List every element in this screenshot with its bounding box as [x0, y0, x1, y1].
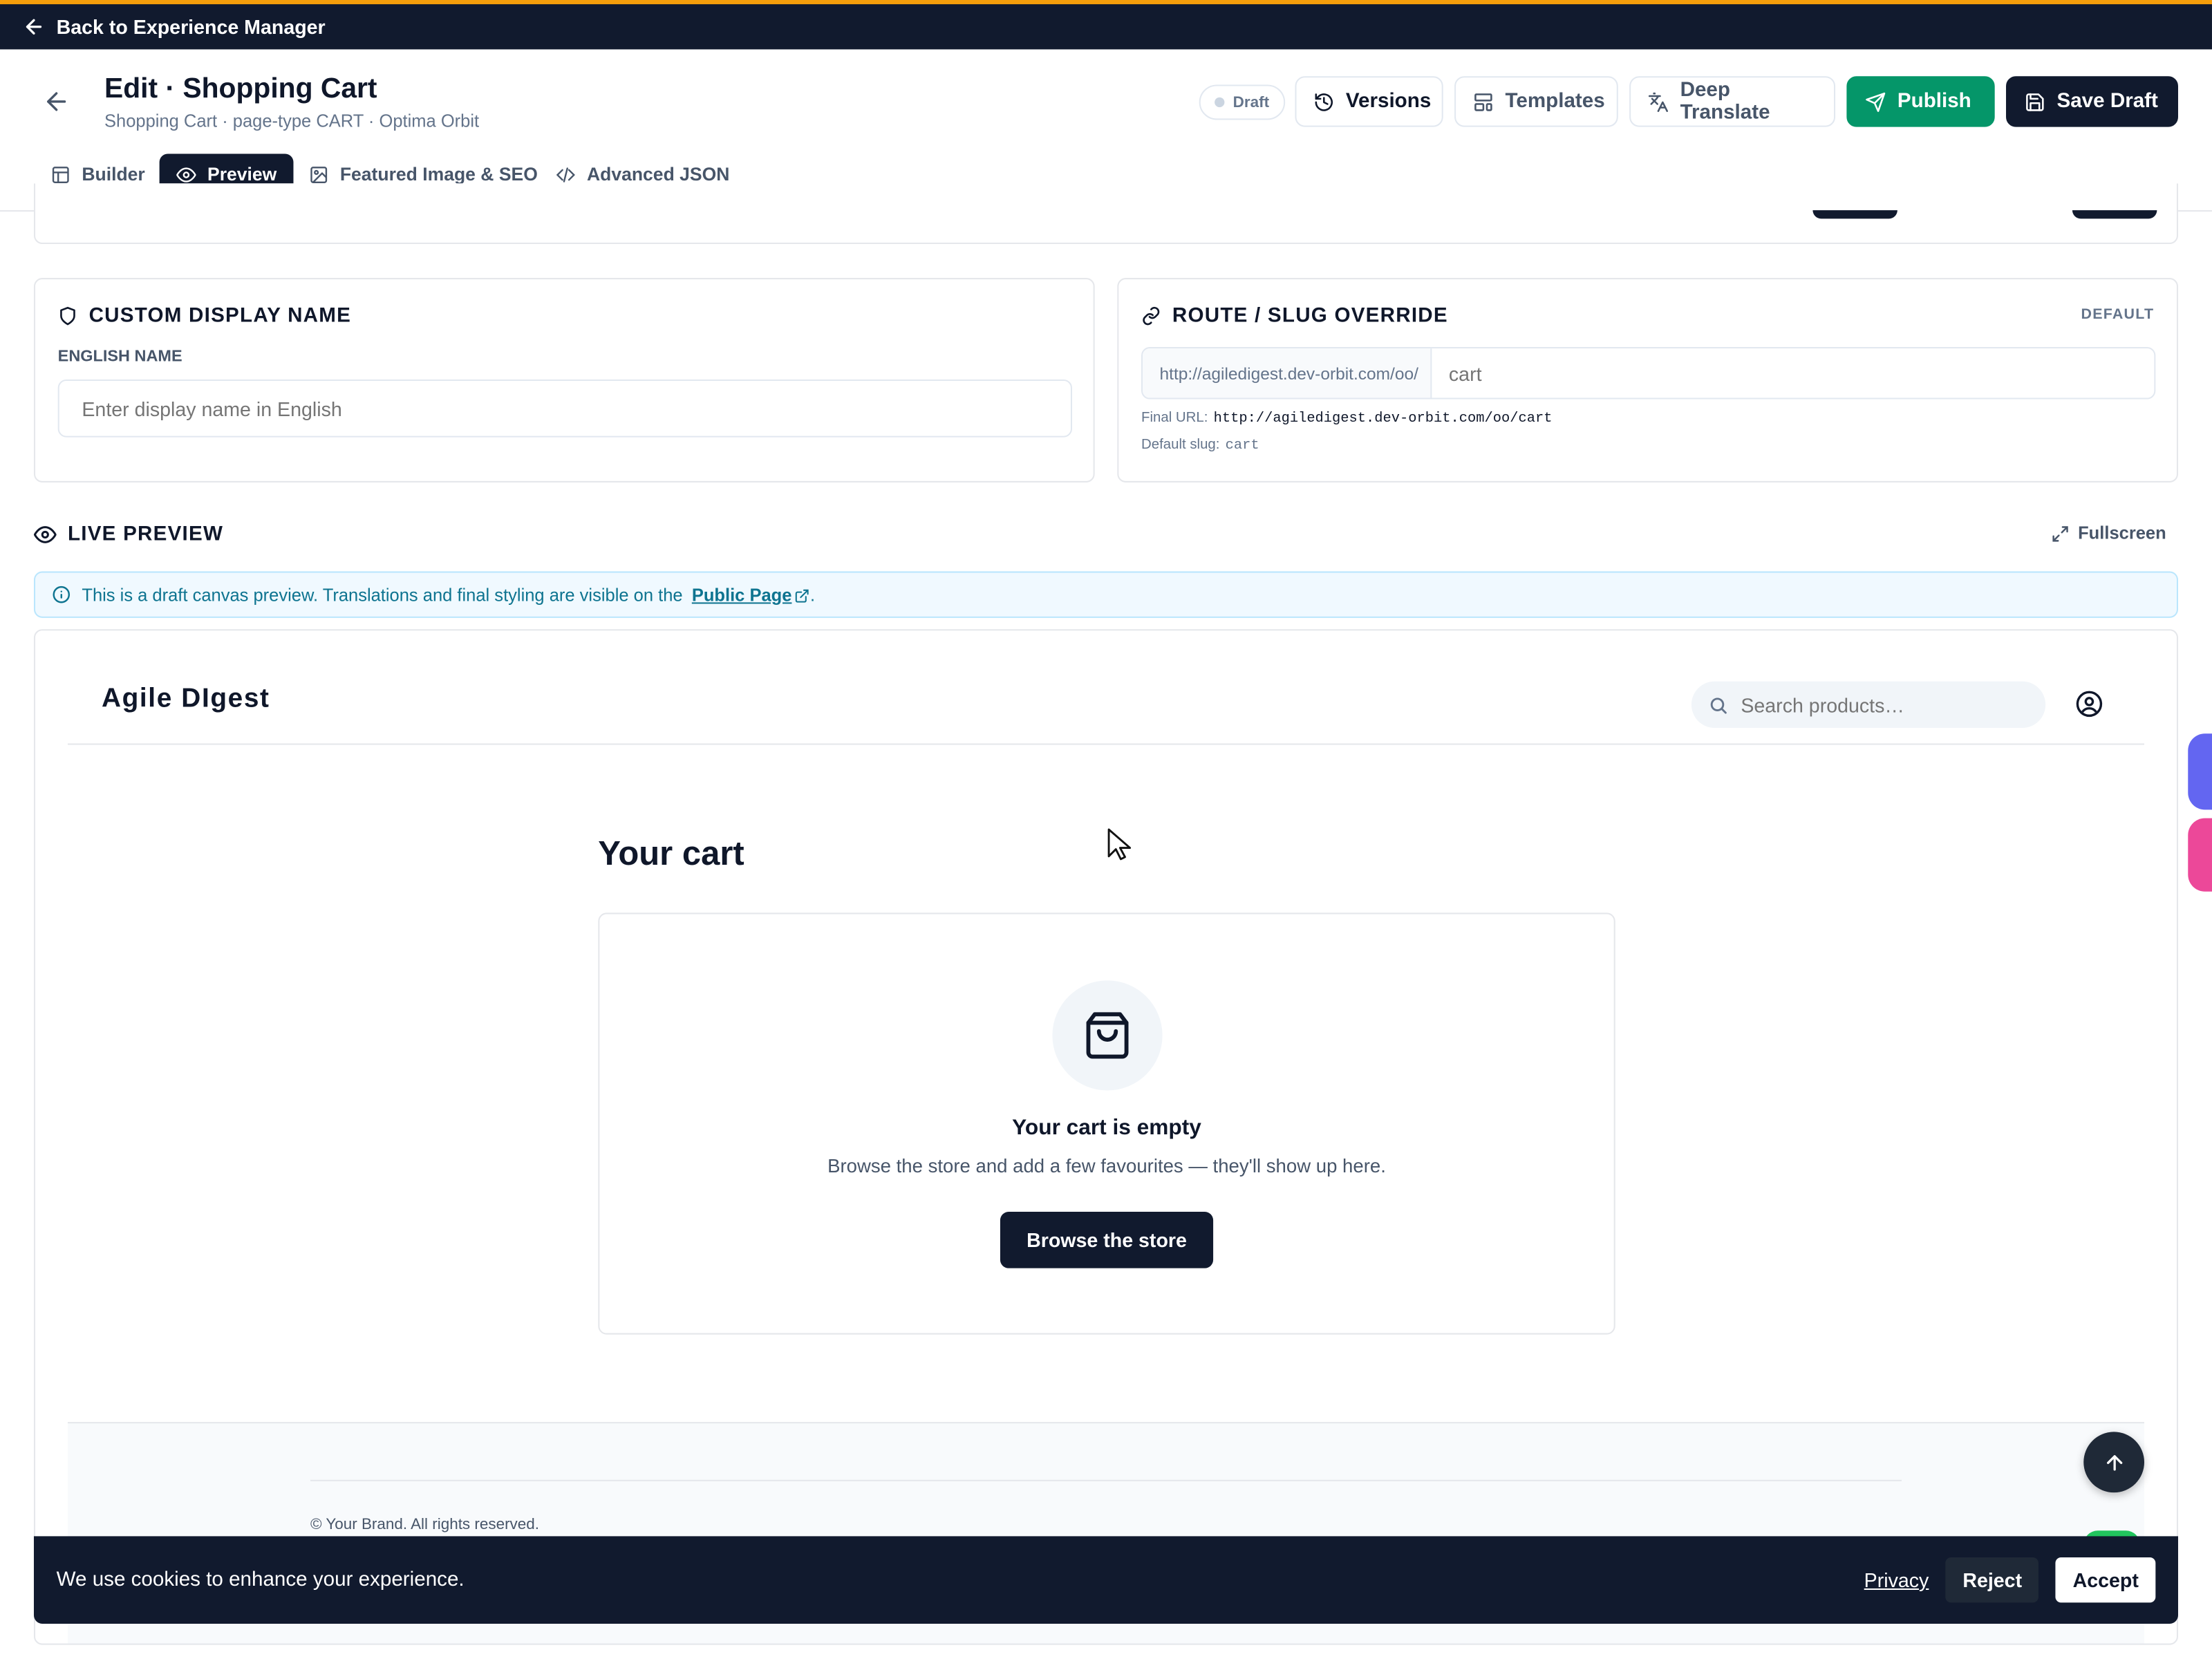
tab-featured-label: Featured Image & SEO	[339, 163, 538, 185]
user-account-icon[interactable]	[2075, 690, 2103, 718]
browse-store-button[interactable]: Browse the store	[1000, 1212, 1214, 1268]
store-header-divider	[67, 743, 2145, 745]
search-icon	[1708, 695, 1728, 715]
custom-display-name-title: CUSTOM DISPLAY NAME	[58, 304, 352, 328]
route-slug-title: ROUTE / SLUG OVERRIDE	[1141, 304, 1448, 328]
link-icon	[1141, 306, 1161, 326]
scrolled-toggle	[2072, 210, 2157, 219]
external-link-icon	[795, 588, 810, 603]
cookie-message: We use cookies to enhance your experienc…	[56, 1568, 465, 1592]
send-icon	[1865, 91, 1886, 113]
templates-button[interactable]: Templates	[1454, 76, 1618, 127]
translate-icon	[1648, 91, 1669, 113]
store-search-input[interactable]	[1741, 693, 2023, 716]
layout-icon	[50, 165, 71, 185]
info-text-end: .	[809, 584, 816, 605]
status-dot	[1215, 97, 1225, 108]
arrow-left-icon	[42, 88, 71, 116]
shopping-bag-icon	[1052, 980, 1163, 1091]
empty-cart-card: Your cart is empty Browse the store and …	[598, 912, 1615, 1335]
default-slug-value: cart	[1225, 438, 1259, 455]
deep-translate-button[interactable]: Deep Translate	[1629, 76, 1836, 127]
code-icon	[556, 165, 576, 185]
layout-template-icon	[1473, 91, 1494, 113]
footer-copyright: © Your Brand. All rights reserved.	[310, 1516, 540, 1534]
shield-icon	[58, 306, 78, 326]
status-badge: Draft	[1199, 84, 1285, 120]
slug-input-group: http://agiledigest.dev-orbit.com/oo/	[1141, 347, 2156, 400]
scroll-to-top-button[interactable]	[2083, 1432, 2145, 1493]
arrow-up-icon	[2103, 1451, 2126, 1474]
back-link-label: Back to Experience Manager	[56, 15, 326, 39]
final-url-row: Final URL: http://agiledigest.dev-orbit.…	[1141, 411, 1552, 427]
floating-widget-tab[interactable]	[2188, 818, 2212, 892]
default-badge: DEFAULT	[2081, 306, 2155, 324]
footer-divider	[310, 1479, 1902, 1481]
versions-label: Versions	[1345, 90, 1432, 113]
page-subtitle: Shopping Cart · page-type CART · Optima …	[104, 111, 480, 131]
final-url-value: http://agiledigest.dev-orbit.com/oo/cart	[1213, 411, 1553, 428]
reject-button[interactable]: Reject	[1945, 1557, 2039, 1603]
default-slug-row: Default slug: cart	[1141, 438, 1259, 454]
history-icon	[1313, 91, 1335, 113]
status-badge-label: Draft	[1232, 93, 1270, 111]
mouse-cursor-icon	[1107, 828, 1133, 862]
route-slug-heading: ROUTE / SLUG OVERRIDE	[1172, 304, 1448, 328]
scrolled-card	[33, 183, 2178, 245]
custom-display-name-heading: CUSTOM DISPLAY NAME	[88, 304, 352, 328]
store-search[interactable]	[1691, 681, 2046, 729]
custom-display-name-card: CUSTOM DISPLAY NAME ENGLISH NAME	[33, 278, 1095, 482]
eye-icon	[33, 523, 57, 546]
versions-button[interactable]: Versions	[1295, 76, 1443, 127]
empty-cart-text: Browse the store and add a few favourite…	[827, 1155, 1386, 1177]
public-page-link[interactable]: Public Page	[692, 585, 792, 605]
route-slug-card: ROUTE / SLUG OVERRIDE DEFAULT http://agi…	[1117, 278, 2178, 482]
store-brand: Agile DIgest	[101, 684, 270, 714]
save-draft-button[interactable]: Save Draft	[2006, 76, 2178, 127]
image-icon	[309, 165, 329, 185]
tab-builder-label: Builder	[82, 163, 145, 185]
english-name-label: ENGLISH NAME	[57, 348, 182, 366]
english-name-input[interactable]	[57, 379, 1073, 438]
eye-icon	[176, 165, 196, 185]
default-slug-label: Default slug:	[1141, 437, 1220, 453]
publish-button[interactable]: Publish	[1846, 76, 1995, 127]
save-draft-label: Save Draft	[2056, 90, 2158, 113]
save-icon	[2025, 91, 2046, 113]
accept-button[interactable]: Accept	[2056, 1557, 2156, 1603]
draft-info-banner: This is a draft canvas preview. Translat…	[33, 571, 2178, 618]
slug-prefix: http://agiledigest.dev-orbit.com/oo/	[1143, 348, 1432, 398]
empty-cart-title: Your cart is empty	[1012, 1116, 1201, 1140]
tab-advanced-label: Advanced JSON	[586, 163, 730, 185]
back-arrow-button[interactable]	[42, 88, 71, 116]
deep-translate-label: Deep Translate	[1680, 79, 1770, 124]
cookie-banner: We use cookies to enhance your experienc…	[33, 1536, 2178, 1624]
page-title: Edit · Shopping Cart	[104, 73, 377, 105]
slug-input[interactable]	[1432, 348, 2155, 398]
back-to-experience-manager-link[interactable]: Back to Experience Manager	[0, 0, 2212, 50]
info-icon	[53, 585, 71, 604]
maximize-icon	[2051, 524, 2070, 543]
cart-heading: Your cart	[598, 835, 744, 874]
privacy-link[interactable]: Privacy	[1864, 1568, 1929, 1591]
publish-label: Publish	[1897, 90, 1971, 113]
scrolled-toggle	[1812, 210, 1897, 219]
live-preview-frame: Agile DIgest Your cart Your cart is empt…	[33, 629, 2178, 1645]
fullscreen-button[interactable]: Fullscreen	[2051, 523, 2166, 543]
info-text-body: This is a draft canvas preview. Translat…	[82, 584, 683, 605]
live-preview-heading: LIVE PREVIEW	[67, 523, 224, 546]
arrow-left-icon	[23, 15, 46, 38]
templates-label: Templates	[1505, 90, 1605, 113]
floating-widget-tab[interactable]	[2188, 733, 2212, 810]
final-url-label: Final URL:	[1141, 410, 1208, 427]
info-text: This is a draft canvas preview. Translat…	[82, 585, 815, 605]
live-preview-title: LIVE PREVIEW	[33, 523, 224, 546]
tab-preview-label: Preview	[207, 163, 277, 185]
fullscreen-label: Fullscreen	[2078, 523, 2166, 543]
